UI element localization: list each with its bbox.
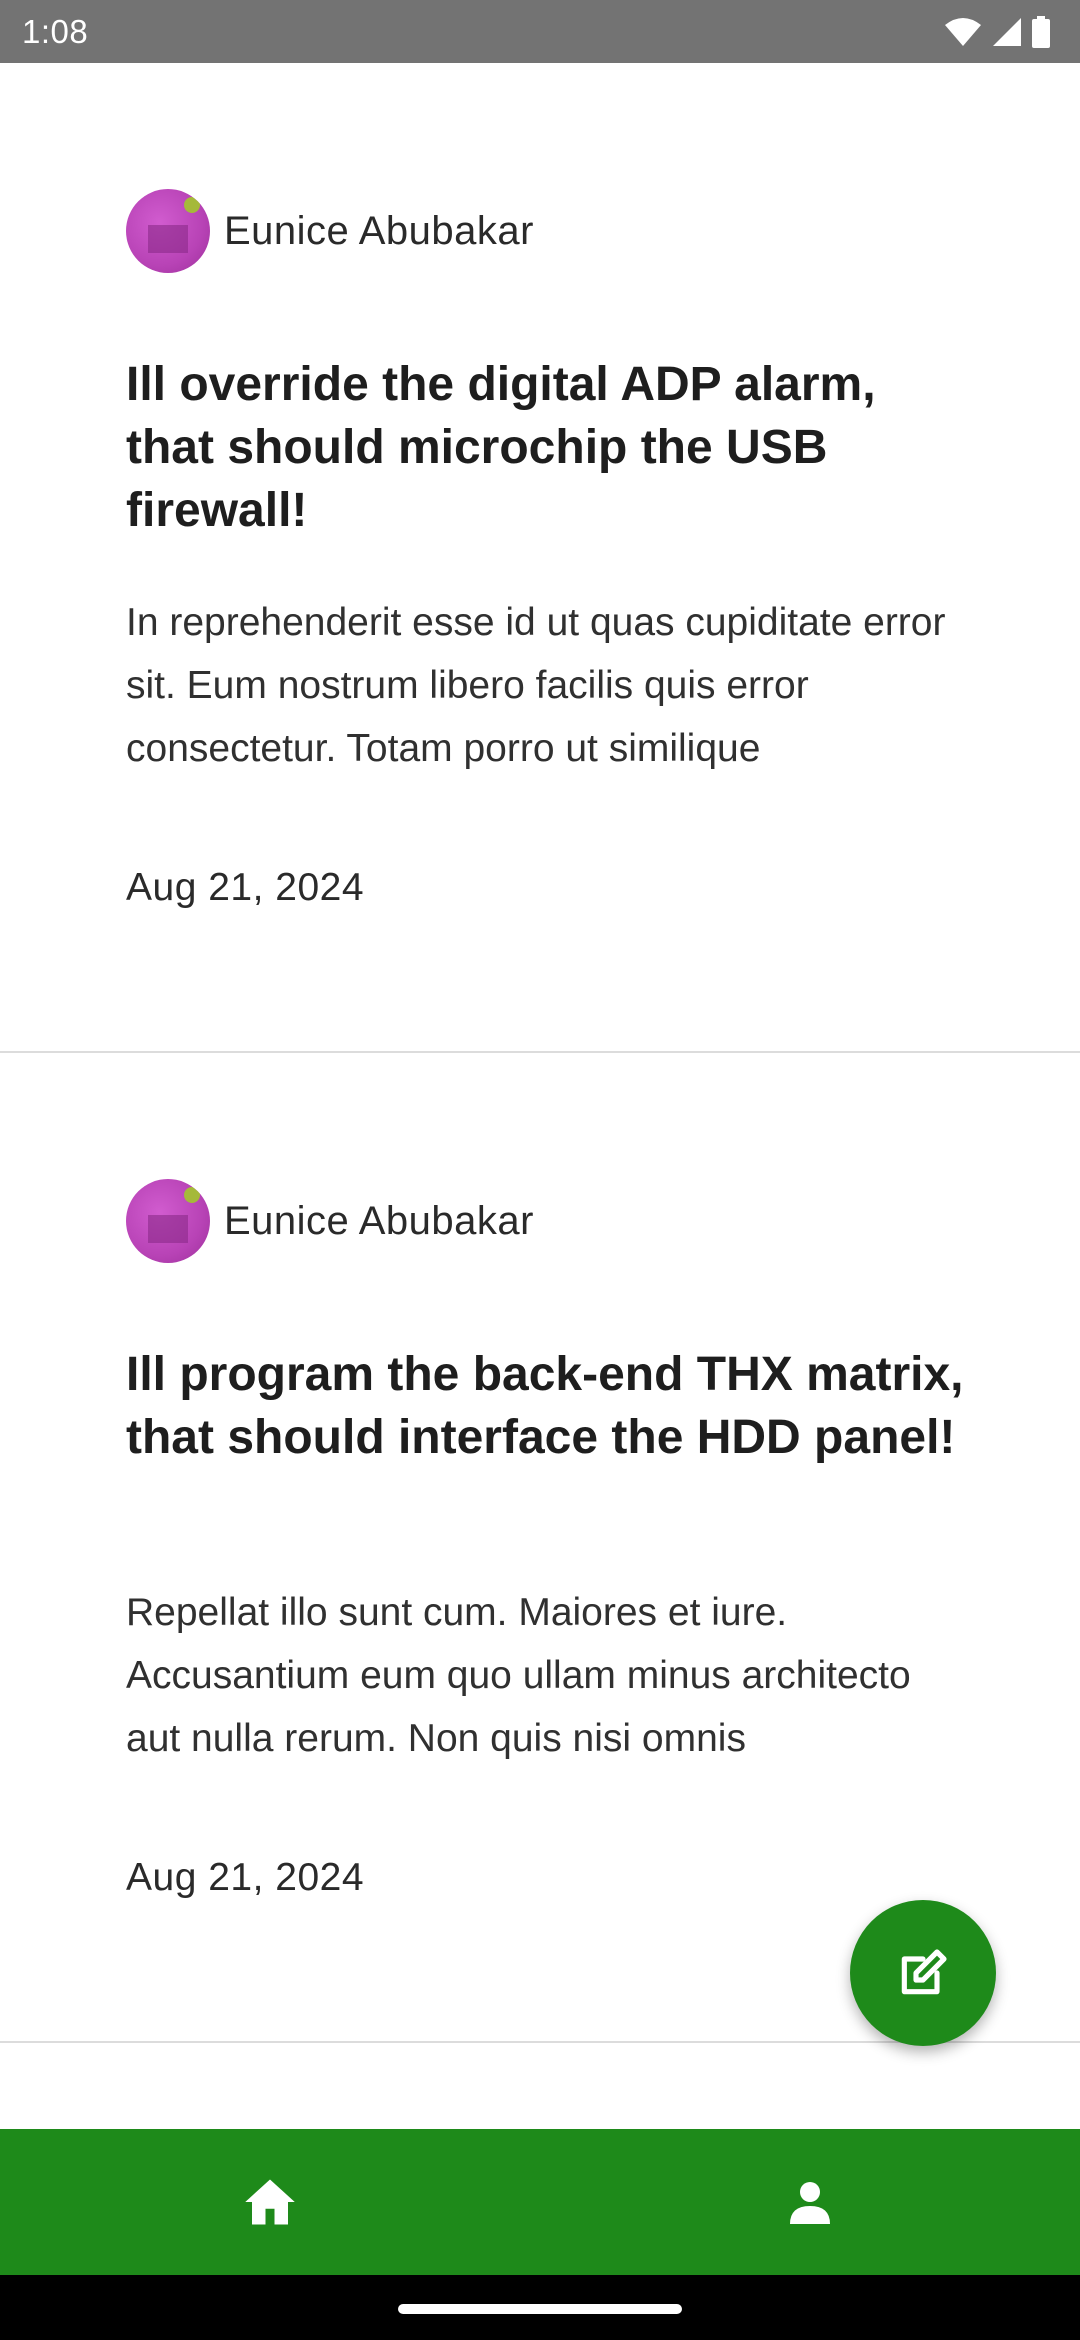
system-gesture-area [0, 2275, 1080, 2340]
edit-icon [901, 1949, 947, 1995]
status-bar: 1:08 [0, 0, 1080, 63]
status-time: 1:08 [22, 12, 89, 50]
author-name: Eunice Abubakar [224, 208, 534, 253]
status-icons [944, 15, 1050, 48]
author-name: Eunice Abubakar [224, 1198, 534, 1243]
person-icon [790, 2182, 830, 2224]
avatar[interactable] [126, 189, 210, 273]
post-card[interactable]: Eunice Abubakar Ill program the back-end… [0, 1053, 1080, 2043]
post-excerpt: Repellat illo sunt cum. Maiores et iure.… [126, 1591, 911, 1760]
post-title: Ill program the back-end THX matrix, tha… [126, 1348, 964, 1464]
post-excerpt: In reprehenderit esse id ut quas cupidit… [126, 601, 946, 770]
author-row[interactable]: Eunice Abubakar [126, 1179, 534, 1263]
nav-profile[interactable] [540, 2129, 1080, 2275]
post-date: Aug 21, 2024 [126, 1856, 365, 1899]
avatar[interactable] [126, 1179, 210, 1263]
compose-button[interactable] [850, 1900, 996, 2046]
gesture-handle[interactable] [398, 2304, 682, 2314]
post-title: Ill override the digital ADP alarm, that… [126, 358, 876, 537]
post-feed[interactable]: Eunice Abubakar Ill override the digital… [0, 63, 1080, 2043]
post-date: Aug 21, 2024 [126, 866, 365, 909]
post-card[interactable]: Eunice Abubakar Ill override the digital… [0, 63, 1080, 1053]
nav-home[interactable] [0, 2129, 540, 2275]
cell-signal-icon [993, 17, 1021, 46]
battery-icon [1032, 15, 1050, 48]
wifi-icon [945, 17, 981, 46]
home-icon [245, 2179, 295, 2225]
bottom-navigation [0, 2129, 1080, 2275]
author-row[interactable]: Eunice Abubakar [126, 189, 534, 273]
